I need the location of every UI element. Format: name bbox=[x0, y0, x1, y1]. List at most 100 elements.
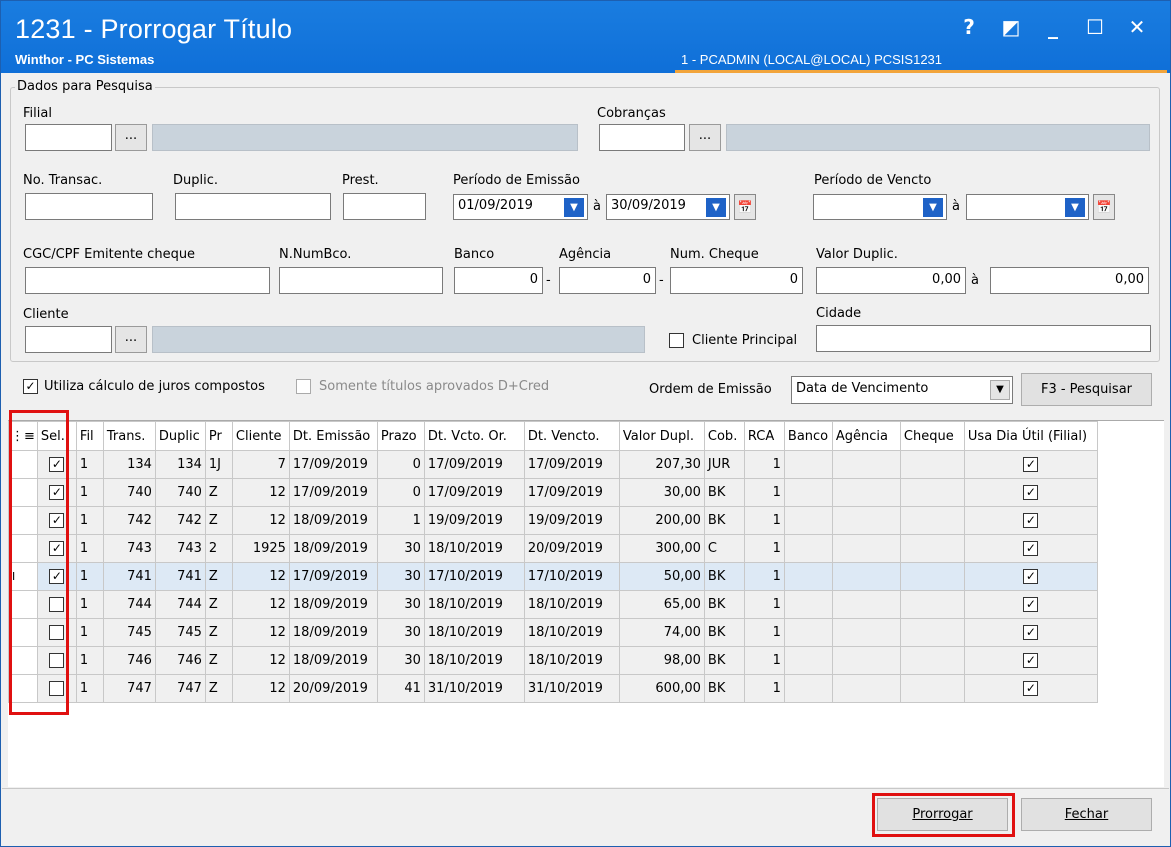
column-header-trans[interactable]: Trans. bbox=[102, 421, 156, 451]
dia-util-checkbox[interactable]: ✓ bbox=[1023, 457, 1039, 472]
emissao-a-label: à bbox=[593, 199, 601, 214]
dia-util-cell[interactable]: ✓ bbox=[963, 506, 1098, 535]
close-icon[interactable]: ✕ bbox=[1126, 15, 1148, 39]
column-header-fil[interactable]: Fil bbox=[75, 421, 104, 451]
column-header-emissao[interactable]: Dt. Emissão bbox=[288, 421, 378, 451]
column-header-cliente[interactable]: Cliente bbox=[231, 421, 290, 451]
prest-input[interactable] bbox=[343, 193, 426, 220]
banco-input[interactable]: 0 bbox=[454, 267, 543, 294]
dia-util-cell[interactable]: ✓ bbox=[963, 674, 1098, 703]
column-header-valor[interactable]: Valor Dupl. bbox=[618, 421, 705, 451]
table-row[interactable]: ✓ 1 742 742 Z 12 18/09/2019 1 19/09/2019 19/09/20… bbox=[8, 506, 1098, 535]
chevron-down-icon[interactable]: ▼ bbox=[923, 198, 943, 217]
calendar-icon[interactable]: 📅 bbox=[734, 194, 756, 220]
chevron-down-icon[interactable]: ▼ bbox=[990, 380, 1010, 400]
dia-util-cell[interactable]: ✓ bbox=[963, 562, 1098, 591]
emissao-from-input[interactable]: 01/09/2019 ▼ bbox=[453, 194, 588, 220]
vencto-to-input[interactable]: ▼ bbox=[966, 194, 1089, 220]
dia-util-cell[interactable]: ✓ bbox=[963, 590, 1098, 619]
column-header-duplic[interactable]: Duplic bbox=[154, 421, 206, 451]
calendar-icon[interactable]: 📅 bbox=[1093, 194, 1115, 220]
column-header-pr[interactable]: Pr bbox=[204, 421, 233, 451]
cobrancas-lookup-button[interactable]: ... bbox=[689, 124, 721, 151]
minimize-icon[interactable]: _ bbox=[1042, 15, 1064, 39]
cobrancas-input[interactable] bbox=[599, 124, 685, 151]
column-header-banco[interactable]: Banco bbox=[783, 421, 833, 451]
agencia-input[interactable]: 0 bbox=[559, 267, 656, 294]
cell-fil: 1 bbox=[75, 590, 104, 619]
table-row[interactable]: ✓ 1 134 134 1J 7 17/09/2019 0 17/09/2019 17/09/20… bbox=[8, 450, 1098, 479]
vencto-from-input[interactable]: ▼ bbox=[813, 194, 947, 220]
column-header-cheque[interactable]: Cheque bbox=[899, 421, 965, 451]
column-header-dia-util[interactable]: Usa Dia Útil (Filial) bbox=[963, 421, 1098, 451]
dia-util-checkbox[interactable]: ✓ bbox=[1023, 513, 1039, 528]
column-header-rca[interactable]: RCA bbox=[743, 421, 785, 451]
cell-trans: 742 bbox=[102, 506, 156, 535]
restore-icon[interactable]: ◩ bbox=[1000, 15, 1022, 39]
dia-util-cell[interactable]: ✓ bbox=[963, 478, 1098, 507]
duplic-input[interactable] bbox=[175, 193, 331, 220]
dia-util-checkbox[interactable]: ✓ bbox=[1023, 541, 1039, 556]
juros-label: Utiliza cálculo de juros compostos bbox=[44, 379, 265, 394]
cell-cheque bbox=[899, 478, 965, 507]
dia-util-cell[interactable]: ✓ bbox=[963, 450, 1098, 479]
dia-util-cell[interactable]: ✓ bbox=[963, 618, 1098, 647]
juros-checkbox[interactable]: ✓ bbox=[23, 379, 38, 394]
cell-emissao: 18/09/2019 bbox=[288, 534, 378, 563]
filial-lookup-button[interactable]: ... bbox=[115, 124, 147, 151]
column-header-agencia[interactable]: Agência bbox=[831, 421, 901, 451]
cell-rca: 1 bbox=[743, 506, 785, 535]
emissao-to-input[interactable]: 30/09/2019 ▼ bbox=[606, 194, 730, 220]
chevron-down-icon[interactable]: ▼ bbox=[706, 198, 726, 217]
dia-util-checkbox[interactable]: ✓ bbox=[1023, 485, 1039, 500]
cheque-input[interactable]: 0 bbox=[670, 267, 803, 294]
pesquisar-button[interactable]: F3 - Pesquisar bbox=[1021, 373, 1152, 406]
help-icon[interactable]: ? bbox=[958, 15, 980, 39]
cell-pr: Z bbox=[204, 478, 233, 507]
transac-input[interactable] bbox=[25, 193, 153, 220]
chevron-down-icon[interactable]: ▼ bbox=[564, 198, 584, 217]
table-row[interactable]: 1 747 747 Z 12 20/09/2019 41 31/10/2019 31/10/20… bbox=[8, 674, 1098, 703]
dia-util-checkbox[interactable]: ✓ bbox=[1023, 625, 1039, 640]
maximize-icon[interactable]: ☐ bbox=[1084, 15, 1106, 39]
column-header-vencto[interactable]: Dt. Vencto. bbox=[523, 421, 620, 451]
cliente-input[interactable] bbox=[25, 326, 112, 353]
cell-cliente: 12 bbox=[231, 618, 290, 647]
ordem-select[interactable]: Data de Vencimento ▼ bbox=[791, 376, 1013, 404]
valor-to-input[interactable]: 0,00 bbox=[990, 267, 1149, 294]
column-header-prazo[interactable]: Prazo bbox=[376, 421, 425, 451]
table-row[interactable]: 1 745 745 Z 12 18/09/2019 30 18/10/2019 18/10/20… bbox=[8, 618, 1098, 647]
dia-util-cell[interactable]: ✓ bbox=[963, 534, 1098, 563]
column-header-cob[interactable]: Cob. bbox=[703, 421, 745, 451]
cliente-principal-checkbox[interactable] bbox=[669, 333, 684, 348]
cidade-input[interactable] bbox=[816, 325, 1151, 352]
dia-util-checkbox[interactable]: ✓ bbox=[1023, 569, 1039, 584]
numbco-input[interactable] bbox=[279, 267, 443, 294]
cheque-label: Num. Cheque bbox=[670, 247, 759, 262]
chevron-down-icon[interactable]: ▼ bbox=[1065, 198, 1085, 217]
cell-prazo: 0 bbox=[376, 450, 425, 479]
cgc-input[interactable] bbox=[25, 267, 270, 294]
cell-cliente: 12 bbox=[231, 646, 290, 675]
cell-valor: 50,00 bbox=[618, 562, 705, 591]
dia-util-checkbox[interactable]: ✓ bbox=[1023, 681, 1039, 696]
valor-from-input[interactable]: 0,00 bbox=[816, 267, 966, 294]
vencto-label: Período de Vencto bbox=[814, 173, 932, 188]
table-row[interactable]: 1 744 744 Z 12 18/09/2019 30 18/10/2019 18/10/20… bbox=[8, 590, 1098, 619]
table-row[interactable]: ✓ 1 743 743 2 1925 18/09/2019 30 18/10/2019 20/09… bbox=[8, 534, 1098, 563]
table-row[interactable]: 1 746 746 Z 12 18/09/2019 30 18/10/2019 18/10/20… bbox=[8, 646, 1098, 675]
table-row[interactable]: ✓ 1 740 740 Z 12 17/09/2019 0 17/09/2019 17/09/20… bbox=[8, 478, 1098, 507]
cell-valor: 98,00 bbox=[618, 646, 705, 675]
dia-util-checkbox[interactable]: ✓ bbox=[1023, 597, 1039, 612]
cell-cliente: 12 bbox=[231, 506, 290, 535]
column-header-vcto-or[interactable]: Dt. Vcto. Or. bbox=[423, 421, 525, 451]
prorrogar-highlight bbox=[872, 793, 1015, 837]
cell-pr: 1J bbox=[204, 450, 233, 479]
table-row[interactable]: I ✓ 1 741 741 Z 12 17/09/2019 30 17/10/2019 17/10/… bbox=[8, 562, 1098, 591]
dia-util-cell[interactable]: ✓ bbox=[963, 646, 1098, 675]
dcred-checkbox[interactable] bbox=[296, 379, 311, 394]
cliente-lookup-button[interactable]: ... bbox=[115, 326, 147, 353]
fechar-button[interactable]: Fechar bbox=[1021, 798, 1152, 831]
dia-util-checkbox[interactable]: ✓ bbox=[1023, 653, 1039, 668]
filial-input[interactable] bbox=[25, 124, 112, 151]
